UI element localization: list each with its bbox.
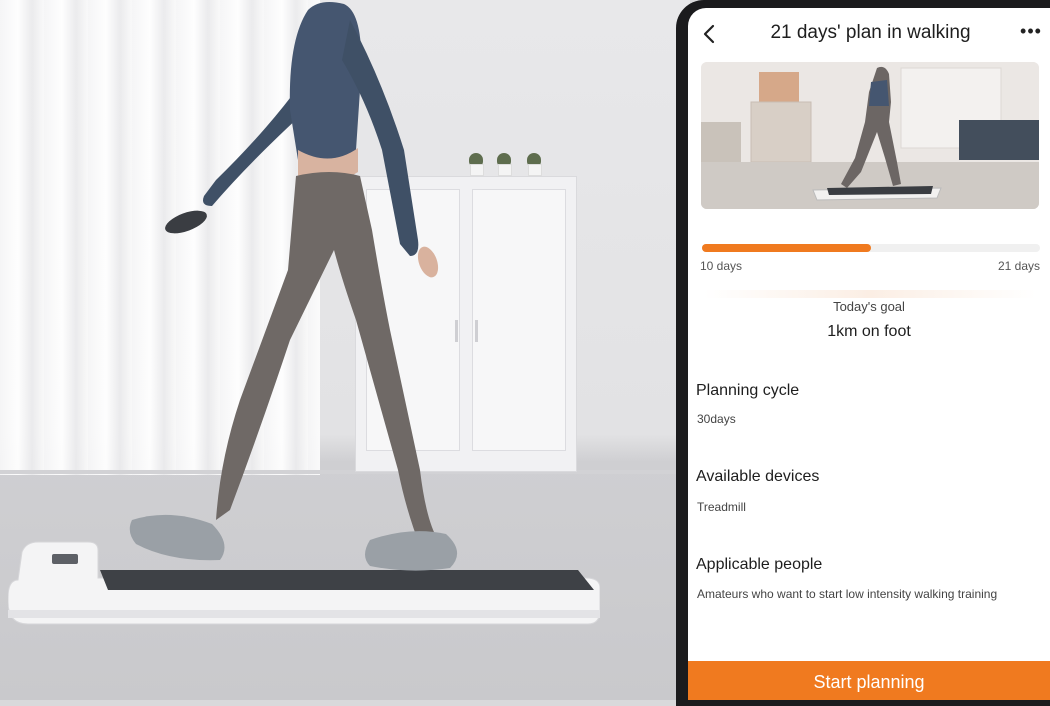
plan-progress-bar — [702, 244, 1040, 252]
progress-end-label: 21 days — [997, 259, 1040, 273]
top-nav-bar: 21 days' plan in walking ••• — [688, 8, 1050, 58]
available-devices-title: Available devices — [696, 468, 820, 485]
planning-cycle-value: 30days — [697, 412, 736, 426]
todays-goal-value: 1km on foot — [827, 323, 911, 340]
goal-divider — [704, 290, 1036, 298]
app-screen: 21 days' plan in walking ••• 10 days 21 … — [688, 8, 1050, 700]
page-title: 21 days' plan in walking — [770, 22, 971, 43]
available-devices-value: Treadmill — [697, 500, 746, 514]
start-planning-button[interactable]: Start planning — [688, 661, 1050, 700]
walking-person-illustration — [129, 2, 458, 571]
todays-goal-label: Today's goal — [833, 299, 905, 314]
product-photo — [0, 0, 690, 700]
plan-progress-fill — [702, 244, 871, 252]
applicable-people-title: Applicable people — [696, 556, 823, 573]
more-horizontal-icon[interactable]: ••• — [1020, 22, 1042, 44]
applicable-people-value: Amateurs who want to start low intensity… — [697, 587, 998, 601]
planning-cycle-title: Planning cycle — [696, 382, 800, 399]
chevron-left-icon[interactable] — [698, 22, 722, 46]
plan-hero-image — [701, 62, 1039, 209]
progress-start-label: 10 days — [700, 259, 743, 273]
plant-decoration — [526, 150, 542, 176]
plan-hero-illustration — [701, 62, 1039, 209]
